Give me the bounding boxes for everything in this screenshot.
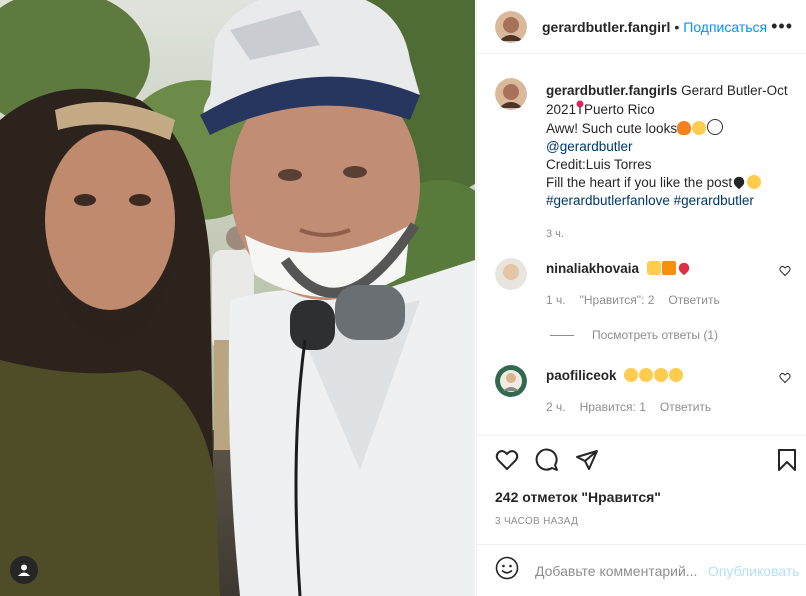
comment-input[interactable] <box>533 561 702 580</box>
share-icon[interactable] <box>575 448 599 477</box>
bookmark-icon[interactable] <box>775 448 799 477</box>
clap-emoji-icon <box>669 368 684 382</box>
follow-button[interactable]: Подписаться <box>683 19 767 35</box>
more-icon[interactable]: ••• <box>771 16 793 37</box>
view-replies-label: Посмотреть ответы (1) <box>592 328 719 342</box>
post-photo[interactable] <box>0 0 475 596</box>
heart-icon[interactable] <box>779 371 791 389</box>
comment-username[interactable]: paofiliceok <box>546 368 617 383</box>
comment-meta: 1 ч. "Нравится": 2 Ответить <box>546 293 734 307</box>
replies-divider <box>550 334 574 336</box>
post-panel: gerardbutler.fangirl • Подписаться ••• g… <box>476 0 806 596</box>
thumbs-up-emoji-icon <box>646 261 661 275</box>
caption-place: Puerto Rico <box>584 102 655 117</box>
publish-button[interactable]: Опубликовать <box>708 563 800 579</box>
fire-emoji-icon <box>677 121 692 135</box>
clap-emoji-icon <box>654 368 669 382</box>
comment-time[interactable]: 2 ч. <box>546 400 566 414</box>
mention-link[interactable]: @gerardbutler <box>546 139 633 154</box>
likes-count[interactable]: 242 отметок "Нравится" <box>495 489 661 505</box>
eyes-emoji-icon <box>707 119 724 135</box>
comment-text: paofiliceok <box>546 368 684 383</box>
caption-line-2: Aww! Such cute looks <box>546 121 678 136</box>
clap-emoji-icon <box>639 368 654 382</box>
comment-meta: 2 ч. Нравится: 1 Ответить <box>546 400 725 414</box>
comment-icon[interactable] <box>535 448 559 477</box>
avatar[interactable] <box>495 78 527 110</box>
collision-emoji-icon <box>661 261 676 275</box>
heart-icon[interactable] <box>495 448 519 477</box>
comment-likes[interactable]: Нравится: 1 <box>580 400 646 414</box>
tag-user-icon[interactable] <box>10 556 38 584</box>
avatar[interactable] <box>495 365 527 397</box>
separator-dot: • <box>674 18 680 35</box>
comment-time[interactable]: 1 ч. <box>546 293 566 307</box>
reply-button[interactable]: Ответить <box>660 400 711 414</box>
photo-image <box>0 0 475 596</box>
caption-username[interactable]: gerardbutler.fangirls <box>546 83 677 98</box>
avatar[interactable] <box>495 258 527 290</box>
caption-line-3: Fill the heart if you like the post <box>546 175 733 190</box>
caption-time[interactable]: 3 ч. <box>546 225 796 243</box>
avatar[interactable] <box>495 10 527 43</box>
reply-button[interactable]: Ответить <box>668 293 719 307</box>
pin-icon <box>576 100 584 114</box>
emoji-icon[interactable] <box>495 556 519 585</box>
post-author-username[interactable]: gerardbutler.fangirl <box>542 19 670 35</box>
comment-username[interactable]: ninaliakhovaia <box>546 261 639 276</box>
add-comment-bar: Опубликовать <box>477 544 806 596</box>
clap-emoji-icon <box>624 368 639 382</box>
smile-emoji-icon <box>747 175 762 189</box>
caption-credit: Credit:Luis Torres <box>546 157 652 172</box>
comment-text: ninaliakhovaia <box>546 260 692 276</box>
post-time[interactable]: 3 ЧАСОВ НАЗАД <box>495 516 578 527</box>
comment-likes[interactable]: "Нравится": 2 <box>580 293 655 307</box>
hashtags-link[interactable]: #gerardbutlerfanlove #gerardbutler <box>546 193 754 208</box>
black-heart-emoji-icon <box>731 174 747 190</box>
heart-emoji-icon <box>676 260 692 276</box>
heart-eyes-emoji-icon <box>692 121 707 135</box>
post-header: gerardbutler.fangirl • Подписаться ••• <box>477 0 806 54</box>
view-replies-button[interactable]: Посмотреть ответы (1) <box>550 328 718 342</box>
caption-text: gerardbutler.fangirls Gerard Butler-Oct … <box>546 82 796 243</box>
heart-icon[interactable] <box>779 264 791 282</box>
